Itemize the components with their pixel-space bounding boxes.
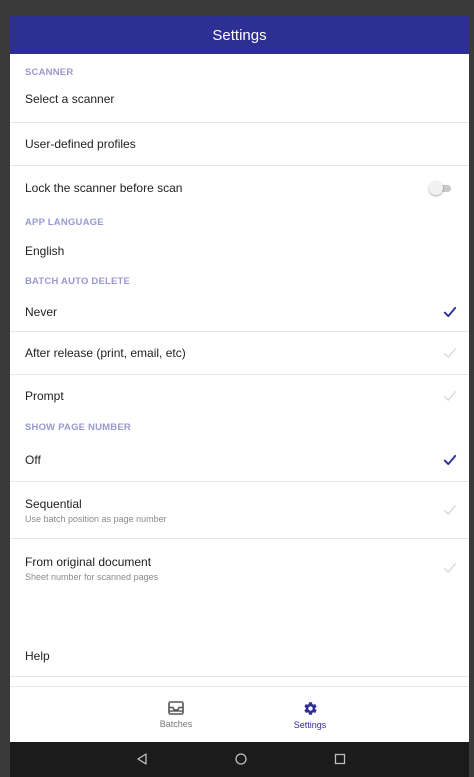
section-header-app-language: APP LANGUAGE (25, 217, 104, 228)
select-scanner-item[interactable]: Select a scanner (10, 84, 469, 123)
option-prompt-label: Prompt (25, 389, 64, 403)
option-sequential-label: Sequential (25, 496, 82, 511)
option-never-label: Never (25, 305, 58, 319)
select-scanner-label: Select a scanner (25, 92, 115, 106)
app-bar: Settings (10, 16, 469, 54)
toggle-thumb (429, 180, 443, 195)
section-header-batch-auto-delete: BATCH AUTO DELETE (25, 276, 131, 287)
nav-settings-label: Settings (293, 719, 327, 730)
user-profiles-item[interactable]: User-defined profiles (10, 123, 469, 166)
option-sequential[interactable]: Sequential Use batch position as page nu… (10, 482, 469, 539)
home-icon[interactable] (233, 751, 249, 767)
section-header-show-page-number: SHOW PAGE NUMBER (25, 422, 131, 433)
nav-batches-label: Batches (159, 719, 193, 729)
lock-scanner-label: Lock the scanner before scan (25, 180, 183, 195)
option-from-original-text: From original document Sheet number for … (25, 555, 443, 582)
option-after-release[interactable]: After release (print, email, etc) (10, 332, 469, 375)
system-navigation-bar (10, 742, 469, 777)
option-from-original-sublabel: Sheet number for scanned pages (25, 571, 159, 582)
help-label: Help (25, 649, 50, 663)
checkmark-icon (444, 348, 456, 358)
user-profiles-label: User-defined profiles (25, 137, 136, 151)
option-never[interactable]: Never (10, 293, 469, 332)
language-item[interactable]: English (10, 233, 469, 269)
lock-scanner-item[interactable]: Lock the scanner before scan (10, 166, 469, 209)
checkmark-icon (443, 454, 457, 466)
recents-icon[interactable] (332, 751, 348, 767)
page-title: Settings (212, 26, 267, 44)
option-sequential-sublabel: Use batch position as page number (25, 513, 167, 524)
back-icon[interactable] (134, 751, 150, 767)
app-screen: Settings SCANNER Select a scanner User-d… (10, 16, 469, 777)
option-from-original-label: From original document (25, 554, 152, 569)
lock-scanner-toggle[interactable] (429, 180, 451, 195)
option-after-release-label: After release (print, email, etc) (25, 346, 186, 360)
option-off-label: Off (25, 453, 41, 467)
checkmark-icon (443, 306, 457, 318)
option-prompt[interactable]: Prompt (10, 375, 469, 417)
section-header-scanner: SCANNER (25, 67, 74, 78)
option-sequential-text: Sequential Use batch position as page nu… (25, 497, 443, 524)
nav-settings[interactable]: Settings (265, 693, 355, 737)
option-off[interactable]: Off (10, 439, 469, 482)
checkmark-icon (444, 563, 456, 573)
nav-batches[interactable]: Batches (131, 693, 221, 737)
option-from-original[interactable]: From original document Sheet number for … (10, 539, 469, 597)
gear-icon (303, 701, 317, 715)
device-frame: Settings SCANNER Select a scanner User-d… (0, 0, 474, 777)
checkmark-icon (444, 505, 456, 515)
tray-icon (168, 701, 184, 715)
bottom-navigation: Batches Settings (10, 686, 469, 742)
checkmark-icon (444, 391, 456, 401)
help-item[interactable]: Help (10, 636, 469, 677)
language-value: English (25, 244, 65, 258)
